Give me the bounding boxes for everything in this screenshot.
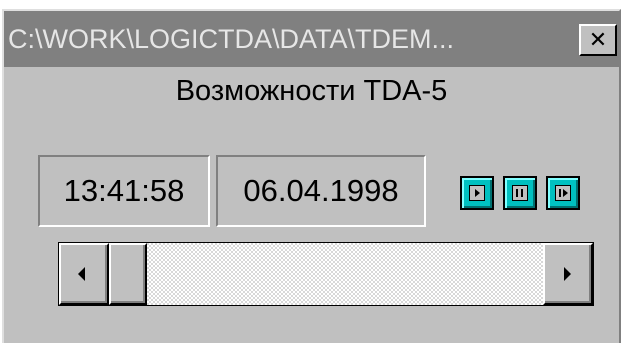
play-icon (469, 185, 485, 201)
date-display: 06.04.1998 (216, 155, 426, 227)
app-window: C:\WORK\LOGICTDA\DATA\TDEM... ✕ Возможно… (2, 9, 621, 343)
page-title: Возможности TDA-5 (175, 75, 448, 107)
time-display: 13:41:58 (38, 155, 210, 227)
pause-icon (512, 185, 528, 201)
title-bar[interactable]: C:\WORK\LOGICTDA\DATA\TDEM... ✕ (4, 11, 619, 67)
step-forward-icon (555, 185, 571, 201)
arrow-left-icon (78, 267, 85, 281)
close-icon: ✕ (588, 27, 608, 53)
step-forward-button[interactable] (546, 176, 580, 210)
scroll-left-button[interactable] (59, 243, 109, 305)
pause-button[interactable] (503, 176, 537, 210)
window-title: C:\WORK\LOGICTDA\DATA\TDEM... (8, 24, 455, 54)
scroll-thumb[interactable] (109, 243, 147, 305)
close-button[interactable]: ✕ (579, 24, 617, 56)
arrow-right-icon (564, 267, 571, 281)
play-button[interactable] (460, 176, 494, 210)
horizontal-scrollbar[interactable] (58, 242, 594, 306)
scroll-right-button[interactable] (543, 243, 593, 305)
